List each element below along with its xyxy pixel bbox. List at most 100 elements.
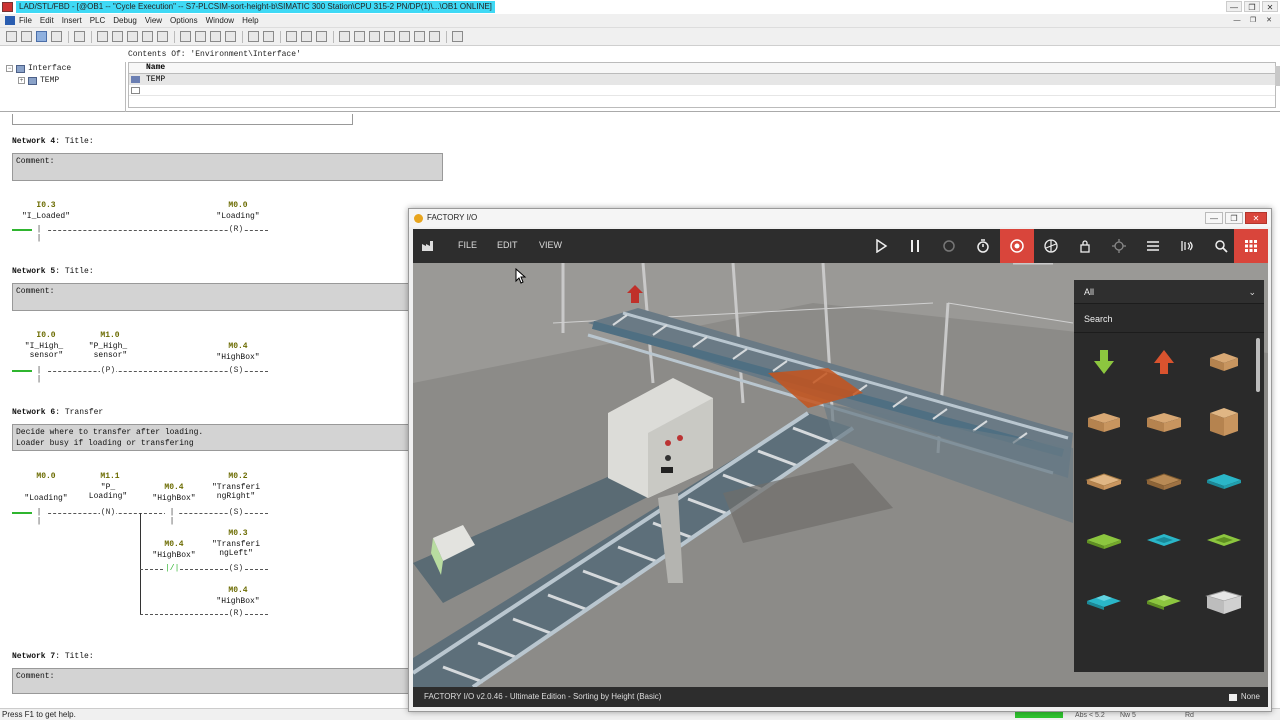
fio-close-button[interactable]: ✕ <box>1245 212 1267 224</box>
network-5-comment[interactable]: Comment: <box>12 283 422 311</box>
green-product-icon[interactable] <box>1139 577 1189 627</box>
camera-orbit-icon[interactable] <box>1000 229 1034 263</box>
box-icon[interactable] <box>384 31 395 42</box>
menu-plc[interactable]: PLC <box>90 16 106 25</box>
network-7-header[interactable]: Network 7: Title: <box>12 652 94 661</box>
doc-restore-button[interactable]: ❐ <box>1246 16 1260 26</box>
paste-icon[interactable] <box>127 31 138 42</box>
expand-icon[interactable]: + <box>18 77 25 84</box>
scene-viewport[interactable]: All ⌄ Search <box>413 263 1268 687</box>
menu-edit[interactable]: Edit <box>40 16 54 25</box>
open-box-icon[interactable] <box>1199 397 1249 447</box>
upload-icon[interactable] <box>157 31 168 42</box>
contact-nc-icon[interactable] <box>354 31 365 42</box>
n6-coil2[interactable]: (S) <box>228 564 244 573</box>
pallet-dark-icon[interactable] <box>1139 457 1189 507</box>
download-icon[interactable] <box>142 31 153 42</box>
open-icon[interactable] <box>21 31 32 42</box>
fio-maximize-button[interactable]: ❐ <box>1225 212 1243 224</box>
small-box-icon[interactable] <box>1199 337 1249 387</box>
copy-icon[interactable] <box>112 31 123 42</box>
n6-coil1[interactable]: (S) <box>228 508 244 517</box>
minimize-button[interactable]: — <box>1226 1 1242 12</box>
n5-coil[interactable]: (S) <box>228 366 244 375</box>
list-icon[interactable] <box>1136 229 1170 263</box>
help-icon[interactable] <box>452 31 463 42</box>
branch-open-icon[interactable] <box>399 31 410 42</box>
tree-node-temp[interactable]: + TEMP <box>18 76 59 85</box>
blue-lid-icon[interactable] <box>1199 457 1249 507</box>
branch-close-icon[interactable] <box>414 31 425 42</box>
menu-window[interactable]: Window <box>206 16 234 25</box>
target-icon[interactable] <box>1102 229 1136 263</box>
doc-minimize-button[interactable]: — <box>1230 16 1244 26</box>
print-icon[interactable] <box>74 31 85 42</box>
palette-scrollbar[interactable] <box>1256 338 1260 392</box>
drivers-icon[interactable] <box>1204 229 1238 263</box>
table-row-empty[interactable] <box>129 85 1275 96</box>
menu-debug[interactable]: Debug <box>113 16 137 25</box>
fio-minimize-button[interactable]: — <box>1205 212 1223 224</box>
fio-menu-file[interactable]: FILE <box>458 240 477 250</box>
n6-coil3[interactable]: (R) <box>228 609 244 618</box>
coil-icon[interactable] <box>369 31 380 42</box>
menu-help[interactable]: Help <box>242 16 258 25</box>
selection-indicator[interactable]: None <box>1228 687 1260 707</box>
menu-file[interactable]: File <box>19 16 32 25</box>
fly-camera-icon[interactable] <box>1034 229 1068 263</box>
doc-close-button[interactable]: ✕ <box>1262 16 1276 26</box>
network-6-header[interactable]: Network 6: Transfer <box>12 408 103 417</box>
fio-menu-edit[interactable]: EDIT <box>497 240 518 250</box>
large-box-icon[interactable] <box>1139 397 1189 447</box>
details-icon[interactable] <box>301 31 312 42</box>
play-icon[interactable] <box>864 229 898 263</box>
n4-contact[interactable]: | | <box>32 225 46 243</box>
n5-p-edge[interactable]: (P) <box>100 366 116 375</box>
green-lid-icon[interactable] <box>1079 517 1129 567</box>
pause-icon[interactable] <box>898 229 932 263</box>
network-4-header[interactable]: Network 4: Title: <box>12 137 94 146</box>
green-base-icon[interactable] <box>1199 517 1249 567</box>
monitor-icon[interactable] <box>180 31 191 42</box>
pallet-icon[interactable] <box>1079 457 1129 507</box>
close-button[interactable]: ✕ <box>1262 1 1278 12</box>
network-4-comment[interactable]: Comment: <box>12 153 443 181</box>
reference-icon[interactable] <box>225 31 236 42</box>
category-dropdown[interactable]: All ⌄ <box>1074 280 1264 304</box>
metal-crate-icon[interactable] <box>1199 577 1249 627</box>
interface-scrollbar[interactable] <box>1275 66 1280 86</box>
tree-node-interface[interactable]: − Interface <box>6 64 71 73</box>
network-7-comment[interactable]: Comment: <box>12 668 422 694</box>
n5-contact1[interactable]: | | <box>32 366 46 384</box>
overview-icon[interactable] <box>286 31 297 42</box>
undo-icon[interactable] <box>248 31 259 42</box>
menu-view[interactable]: View <box>145 16 162 25</box>
n6-contact4-nc[interactable]: |/| <box>165 564 179 573</box>
emitter-item-icon[interactable] <box>1139 337 1189 387</box>
cut-icon[interactable] <box>97 31 108 42</box>
column-header-name[interactable]: Name <box>129 63 1275 74</box>
n6-n-edge[interactable]: (N) <box>100 508 116 517</box>
n6-contact1[interactable]: | | <box>32 508 46 526</box>
save-icon[interactable] <box>51 31 62 42</box>
network-5-header[interactable]: Network 5: Title: <box>12 267 94 276</box>
fio-menu-view[interactable]: VIEW <box>539 240 562 250</box>
palette-grid-icon[interactable] <box>1234 229 1268 263</box>
network-icon[interactable] <box>36 31 47 42</box>
blue-product-icon[interactable] <box>1079 577 1129 627</box>
medium-box-icon[interactable] <box>1079 397 1129 447</box>
connection-icon[interactable] <box>429 31 440 42</box>
network-6-comment[interactable]: Decide where to transfer after loading. … <box>12 424 422 451</box>
new-icon[interactable] <box>6 31 17 42</box>
menu-options[interactable]: Options <box>170 16 198 25</box>
maximize-button[interactable]: ❐ <box>1244 1 1260 12</box>
contact-no-icon[interactable] <box>339 31 350 42</box>
new-network-icon[interactable] <box>316 31 327 42</box>
timer-icon[interactable] <box>966 229 1000 263</box>
find-icon[interactable] <box>210 31 221 42</box>
reset-icon[interactable] <box>932 229 966 263</box>
compile-icon[interactable] <box>195 31 206 42</box>
n4-coil[interactable]: (R) <box>228 225 244 234</box>
n6-contact3[interactable]: | | <box>165 508 179 526</box>
redo-icon[interactable] <box>263 31 274 42</box>
